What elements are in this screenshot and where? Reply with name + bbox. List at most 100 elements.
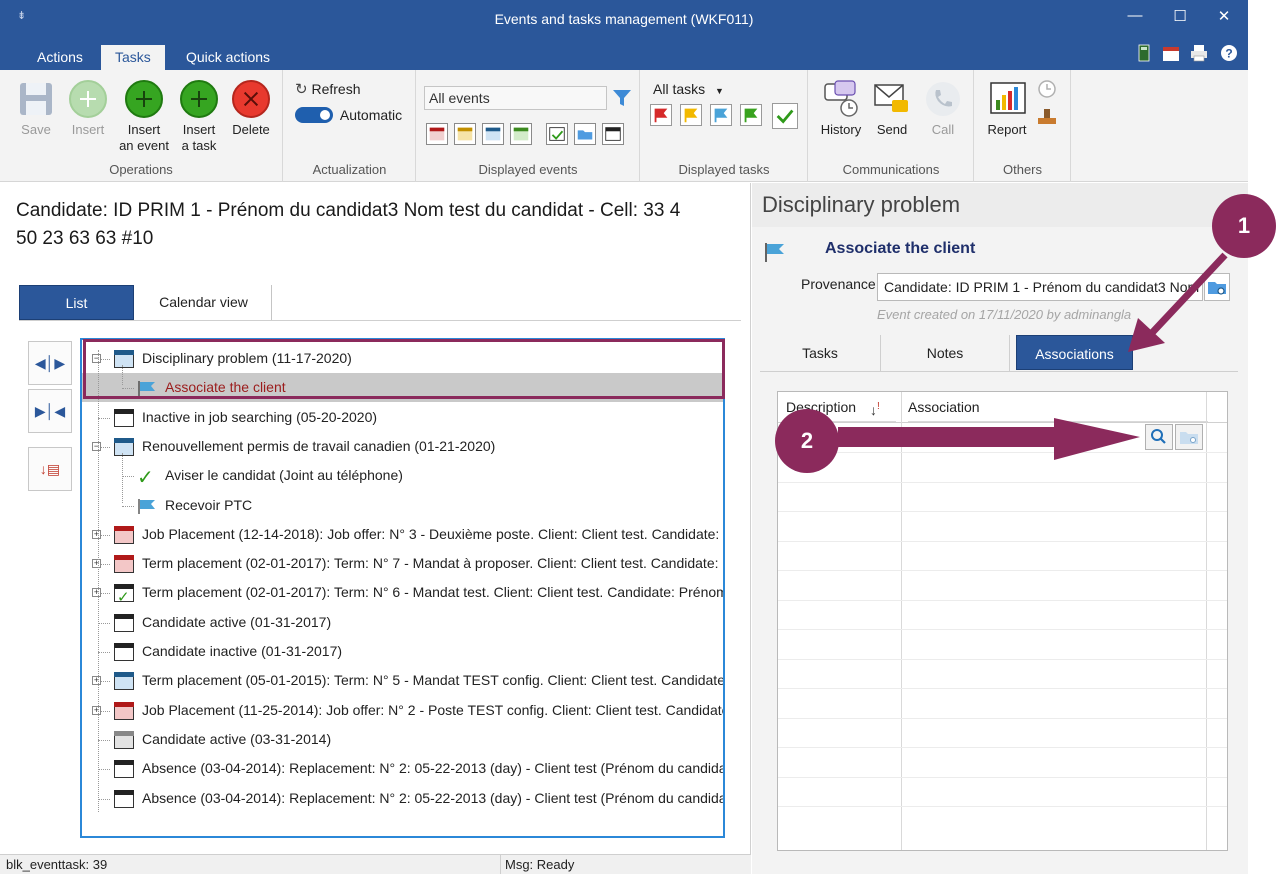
task-flag-icon [765, 243, 784, 262]
toggle-switch[interactable] [295, 107, 333, 123]
green-flag-icon[interactable] [740, 104, 762, 126]
tree-row[interactable]: + Term placement (05-01-2015): Term: N° 5… [82, 666, 723, 695]
expand-node-icon[interactable]: + [92, 588, 101, 598]
report-button[interactable]: Report [979, 80, 1035, 138]
refresh-button[interactable]: ↻ Refresh [295, 80, 361, 98]
tree-row-label: Term placement (05-01-2015): Term: N° 5 … [142, 672, 723, 689]
tree-row[interactable]: + Job Placement (12-14-2018): Job offer: … [82, 520, 723, 549]
tree-row-label: Absence (03-04-2014): Replacement: N° 2:… [142, 760, 723, 777]
event-type-blue-icon[interactable] [482, 123, 504, 145]
tree-row[interactable]: ✓ Aviser le candidat (Joint au téléphone) [82, 461, 723, 490]
event-type-done-icon[interactable] [546, 123, 568, 145]
tree-row-label: Candidate active (03-31-2014) [142, 730, 332, 747]
task-flag-icon [138, 498, 155, 514]
tab-notes[interactable]: Notes [881, 335, 1009, 371]
send-button[interactable]: Send [864, 80, 920, 138]
expand-node-icon[interactable]: + [92, 705, 101, 715]
sort-by-date-button[interactable]: ↓▤ [28, 447, 72, 491]
calendar-icon [114, 672, 134, 691]
red-flag-icon[interactable] [650, 104, 672, 126]
insert-task-label-2: a task [181, 138, 217, 153]
stamp-icon[interactable] [1036, 106, 1058, 126]
ribbon: Save Insert Insert an event Insert a tas… [0, 70, 1248, 182]
search-association-button[interactable] [1145, 424, 1173, 450]
calendar-icon [114, 613, 134, 632]
associations-grid[interactable]: Description ↓! Association [777, 391, 1228, 851]
save-button[interactable]: Save [8, 80, 64, 138]
insert-button[interactable]: Insert [60, 80, 116, 138]
sort-calendar-icon: ↓▤ [39, 461, 61, 477]
tab-associations[interactable]: Associations [1016, 335, 1133, 370]
calculator-icon[interactable] [1135, 44, 1153, 62]
help-icon[interactable]: ? [1220, 44, 1238, 62]
collapse-node-icon[interactable]: − [92, 441, 101, 451]
completed-task-icon[interactable] [772, 103, 798, 129]
events-pane: Candidate: ID PRIM 1 - Prénom du candida… [0, 183, 751, 854]
expand-node-icon[interactable]: + [92, 676, 101, 686]
event-type-empty-icon[interactable] [602, 123, 624, 145]
tree-row[interactable]: Absence (03-04-2014): Replacement: N° 2:… [82, 754, 723, 783]
sort-desc-icon: ↓! [870, 401, 880, 418]
tasks-filter-dropdown[interactable]: All tasks ▼ [653, 81, 724, 97]
print-icon[interactable] [1190, 44, 1208, 62]
tree-row[interactable]: Absence (03-04-2014): Replacement: N° 2:… [82, 784, 723, 813]
event-type-red-icon[interactable] [426, 123, 448, 145]
tab-calendar-view[interactable]: Calendar view [136, 285, 272, 320]
tree-row[interactable]: + ✓ Term placement (02-01-2017): Term: N° … [82, 578, 723, 607]
refresh-label: Refresh [311, 81, 361, 97]
event-type-yellow-icon[interactable] [454, 123, 476, 145]
tab-tasks-detail[interactable]: Tasks [760, 335, 880, 371]
save-label: Save [21, 122, 51, 137]
minimize-button[interactable]: — [1120, 7, 1150, 29]
provenance-field[interactable]: Candidate: ID PRIM 1 - Prénom du candida… [877, 273, 1203, 301]
detail-tab-divider [760, 371, 1238, 372]
ribbon-tabs: Actions Tasks Quick actions ? [0, 40, 1248, 70]
tree-row[interactable]: + Job Placement (11-25-2014): Job offer: … [82, 696, 723, 725]
filter-icon[interactable] [612, 88, 632, 108]
insert-icon [69, 80, 107, 118]
blue-flag-icon[interactable] [710, 104, 732, 126]
tree-row[interactable]: + Term placement (02-01-2017): Term: N° 7… [82, 549, 723, 578]
tree-row[interactable]: Recevoir PTC [82, 491, 723, 520]
tree-row[interactable]: − Renouvellement permis de travail canadi… [82, 432, 723, 461]
group-actualization: ↻ Refresh Automatic Actualization [284, 70, 416, 182]
tab-actions[interactable]: Actions [23, 45, 97, 70]
candidate-header-line-2: 50 23 63 63 #10 [16, 228, 154, 249]
folder-icon[interactable] [574, 123, 596, 145]
expand-node-icon[interactable]: + [92, 559, 101, 569]
tree-row[interactable]: Inactive in job searching (05-20-2020) [82, 403, 723, 432]
clock-icon[interactable] [1037, 79, 1057, 99]
provenance-lookup-button[interactable] [1204, 273, 1230, 301]
events-tree[interactable]: − Disciplinary problem (11-17-2020) Associ… [80, 338, 725, 838]
expand-node-icon[interactable]: + [92, 529, 101, 539]
history-button[interactable]: History [813, 80, 869, 138]
open-association-button[interactable] [1175, 424, 1203, 450]
tab-quick-actions[interactable]: Quick actions [172, 45, 284, 70]
column-header-association[interactable]: Association [908, 392, 1208, 422]
close-button[interactable]: ✕ [1209, 7, 1239, 29]
tree-row[interactable]: Candidate active (01-31-2017) [82, 608, 723, 637]
insert-event-button[interactable]: Insert an event [116, 80, 172, 154]
automatic-toggle[interactable]: Automatic [295, 107, 402, 123]
history-icon [824, 80, 858, 117]
events-filter-field[interactable]: All events [424, 86, 607, 110]
calendar-icon [114, 437, 134, 456]
expand-all-button[interactable]: ◀│▶ [28, 341, 72, 385]
delete-button[interactable]: Delete [223, 80, 279, 138]
tree-row[interactable]: Candidate inactive (01-31-2017) [82, 637, 723, 666]
calendar-icon[interactable] [1162, 44, 1180, 62]
phone-icon [926, 82, 960, 116]
event-type-green-icon[interactable] [510, 123, 532, 145]
detail-pane: Disciplinary problem Associate the clien… [752, 183, 1248, 874]
call-label: Call [931, 122, 955, 137]
collapse-arrows-icon: ▶│◀ [34, 403, 66, 419]
tab-tasks[interactable]: Tasks [101, 45, 165, 70]
collapse-all-button[interactable]: ▶│◀ [28, 389, 72, 433]
calendar-icon [114, 555, 134, 574]
maximize-button[interactable]: ☐ [1165, 7, 1195, 29]
tree-row[interactable]: Candidate active (03-31-2014) [82, 725, 723, 754]
yellow-flag-icon[interactable] [680, 104, 702, 126]
insert-task-button[interactable]: Insert a task [171, 80, 227, 154]
call-button[interactable]: Call [915, 80, 971, 138]
tab-list[interactable]: List [19, 285, 134, 320]
